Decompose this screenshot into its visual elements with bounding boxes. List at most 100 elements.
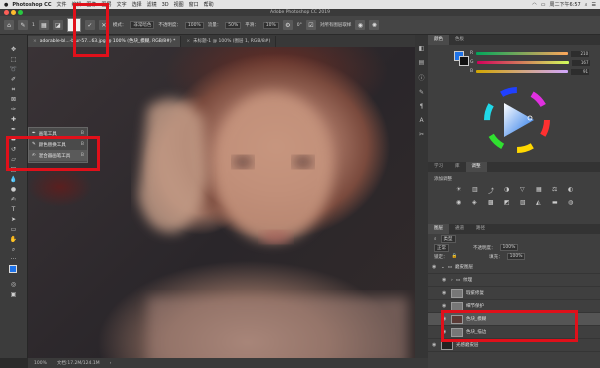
close-tab-icon[interactable]: × <box>33 39 37 44</box>
image-canvas[interactable] <box>28 47 428 358</box>
symmetry-icon[interactable]: ✺ <box>369 20 380 30</box>
disclosure-arrow-icon[interactable]: › <box>451 278 453 283</box>
brush-size[interactable]: 1 <box>32 23 35 28</box>
dodge-tool-icon[interactable]: ● <box>8 185 20 194</box>
slider-g-value[interactable]: 167 <box>571 59 590 66</box>
tab-channels[interactable]: 通道 <box>449 224 470 234</box>
lasso-tool-icon[interactable]: ➰ <box>8 65 20 74</box>
levels-icon[interactable]: ▥ <box>472 186 484 195</box>
crop-tool-icon[interactable]: ⌗ <box>8 85 20 94</box>
wifi-icon[interactable]: ◠ <box>532 2 536 8</box>
slider-b[interactable]: B 91 <box>428 67 600 76</box>
menu-list-icon[interactable]: ☰ <box>592 2 596 8</box>
dock-character-icon[interactable]: A <box>419 117 423 124</box>
smooth-field[interactable]: 10% <box>262 21 279 29</box>
dock-paragraph-icon[interactable]: ¶ <box>420 103 424 110</box>
menu-view[interactable]: 视图 <box>174 1 184 8</box>
eye-icon[interactable]: ◉ <box>432 264 438 270</box>
invert-icon[interactable]: ◩ <box>504 199 516 206</box>
hue-sat-icon[interactable]: ▦ <box>536 186 548 195</box>
path-select-tool-icon[interactable]: ➤ <box>8 215 20 224</box>
exposure-icon[interactable]: ◑ <box>504 186 516 195</box>
slider-b-value[interactable]: 91 <box>571 68 590 75</box>
gradient-map-icon[interactable]: ▬ <box>552 199 564 206</box>
layer-row[interactable]: ◉ ⌄ ▭ 磨皮图层 <box>428 261 600 274</box>
slider-g[interactable]: G 167 <box>428 58 600 67</box>
photo-filter-icon[interactable]: ◉ <box>456 199 468 206</box>
more-tools-icon[interactable]: ··· <box>8 255 20 264</box>
dock-history-icon[interactable]: ◧ <box>419 45 425 52</box>
menu-help[interactable]: 帮助 <box>204 1 214 8</box>
tab-libraries[interactable]: 库 <box>449 162 466 172</box>
slider-r[interactable]: R 210 <box>428 49 600 58</box>
disclosure-arrow-icon[interactable]: ⌄ <box>441 265 445 270</box>
zoom-tool-icon[interactable]: ⌕ <box>8 245 20 254</box>
posterize-icon[interactable]: ▧ <box>520 199 532 206</box>
tab-paths[interactable]: 路径 <box>470 224 491 234</box>
menu-3d[interactable]: 3D <box>162 2 169 8</box>
close-window-icon[interactable] <box>4 10 9 15</box>
dock-info-icon[interactable]: ⓘ <box>418 73 424 82</box>
hand-tool-icon[interactable]: ✋ <box>8 235 20 244</box>
brush-tool-icon[interactable]: ✒ <box>8 125 20 134</box>
status-arrow-icon[interactable]: › <box>110 361 112 366</box>
color-balance-icon[interactable]: ⚖ <box>552 186 564 195</box>
curves-icon[interactable]: ⤴ <box>488 186 500 195</box>
layer-row[interactable]: ◉ 瑕疵修复 <box>428 287 600 300</box>
angle-field[interactable]: 0° <box>297 23 302 28</box>
bw-icon[interactable]: ◐ <box>568 186 580 195</box>
close-tab-icon[interactable]: × <box>186 39 190 44</box>
apple-icon[interactable]: ● <box>4 2 8 8</box>
eye-icon[interactable]: ◉ <box>442 290 448 296</box>
menu-select[interactable]: 选择 <box>132 1 142 8</box>
eye-icon[interactable]: ◉ <box>442 303 448 309</box>
type-tool-icon[interactable]: T <box>8 205 20 214</box>
slider-r-bar[interactable] <box>476 52 569 55</box>
minimize-window-icon[interactable] <box>11 10 16 15</box>
dock-tools-icon[interactable]: ✂ <box>419 131 424 138</box>
doc-tab-untitled[interactable]: × 未标题-1 @ 100% (图层 1, RGB/8#) <box>181 36 277 47</box>
eye-icon[interactable]: ◉ <box>432 342 438 348</box>
foreground-color[interactable] <box>8 265 17 273</box>
lock-icon[interactable]: 🔒 <box>452 254 458 259</box>
quick-select-tool-icon[interactable]: ✐ <box>8 75 20 84</box>
brush-panel-icon[interactable]: ▦ <box>38 20 49 30</box>
load-swatch-icon[interactable]: ◪ <box>52 20 63 30</box>
menu-filter[interactable]: 滤镜 <box>147 1 157 8</box>
slider-b-bar[interactable] <box>476 70 569 73</box>
frame-tool-icon[interactable]: ⊠ <box>8 95 20 104</box>
layer-opacity-field[interactable]: 100% <box>499 244 519 251</box>
channel-mixer-icon[interactable]: ◈ <box>472 199 484 206</box>
filter-search-icon[interactable]: ⌕ <box>434 236 437 242</box>
dock-brush-icon[interactable]: ✎ <box>419 89 424 96</box>
tab-swatches[interactable]: 色板 <box>449 35 470 45</box>
sample-all-checkbox[interactable]: ☑ <box>305 20 316 30</box>
selective-color-icon[interactable]: ◍ <box>568 199 580 206</box>
quick-mask-icon[interactable]: ◎ <box>8 280 20 289</box>
dock-properties-icon[interactable]: ▤ <box>419 59 425 66</box>
screen-mode-icon[interactable]: ▣ <box>8 290 20 299</box>
threshold-icon[interactable]: ◭ <box>536 199 548 206</box>
tab-layers[interactable]: 图层 <box>428 224 449 234</box>
tab-learn[interactable]: 学习 <box>428 162 449 172</box>
opacity-field[interactable]: 100% <box>184 21 204 29</box>
shape-tool-icon[interactable]: ▭ <box>8 225 20 234</box>
flow-field[interactable]: 50% <box>225 21 242 29</box>
menu-file[interactable]: 文件 <box>57 1 67 8</box>
fill-field[interactable]: 100% <box>506 253 526 260</box>
eyedropper-tool-icon[interactable]: ✑ <box>8 105 20 114</box>
healing-brush-tool-icon[interactable]: ✚ <box>8 115 20 124</box>
layer-row[interactable]: ◉ › ▭ 纹理 <box>428 274 600 287</box>
menu-window[interactable]: 窗口 <box>189 1 199 8</box>
menubar-clock[interactable]: 周二下午6:57 <box>549 1 580 8</box>
search-icon[interactable]: ⌕ <box>585 2 588 8</box>
slider-r-value[interactable]: 210 <box>571 50 590 57</box>
app-name[interactable]: Photoshop CC <box>12 2 51 8</box>
home-icon[interactable]: ⌂ <box>4 20 14 30</box>
pressure-icon[interactable]: ◉ <box>355 20 366 30</box>
layer-blend-select[interactable]: 正常 <box>434 243 449 252</box>
tab-color[interactable]: 颜色 <box>428 35 449 45</box>
mode-select[interactable]: 非常暗色 <box>130 21 155 29</box>
tab-adjustments[interactable]: 调整 <box>465 162 487 172</box>
brush-tool-icon[interactable]: ✎ <box>18 20 28 30</box>
